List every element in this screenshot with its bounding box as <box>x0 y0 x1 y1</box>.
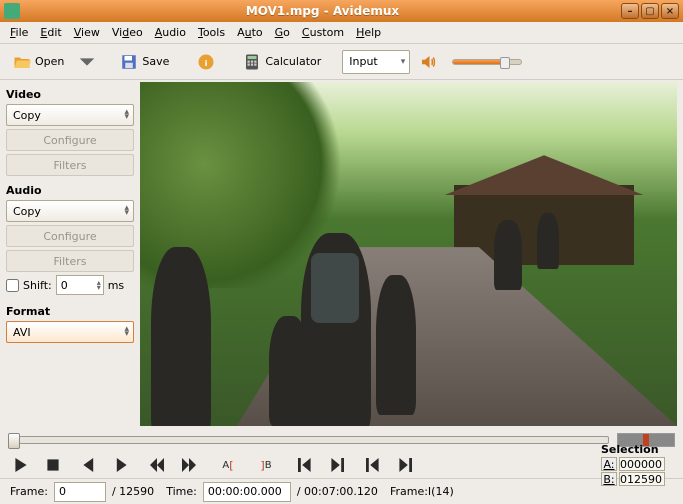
minimize-button[interactable]: – <box>621 3 639 19</box>
goto-end-button[interactable] <box>328 456 346 474</box>
set-marker-b-button[interactable]: ]B <box>254 456 278 474</box>
seek-track[interactable] <box>8 436 609 444</box>
audio-codec-select[interactable]: Copy ▴▾ <box>6 200 134 222</box>
set-marker-a-button[interactable]: A[ <box>216 456 240 474</box>
floppy-icon <box>120 53 138 71</box>
format-header: Format <box>6 305 134 318</box>
video-preview <box>140 82 677 426</box>
maximize-button[interactable]: ▢ <box>641 3 659 19</box>
seek-thumb[interactable] <box>8 433 20 449</box>
seekbar-row <box>8 430 675 450</box>
goto-marker-a-button[interactable] <box>364 456 382 474</box>
updown-icon: ▴▾ <box>97 280 101 290</box>
updown-icon: ▴▾ <box>124 110 129 120</box>
statusbar: Frame: 0 / 12590 Time: 00:00:00.000 / 00… <box>0 478 683 504</box>
volume-slider[interactable] <box>452 59 522 65</box>
info-button[interactable]: i <box>190 48 222 76</box>
marker-b-button[interactable]: B: <box>601 472 617 486</box>
shift-value: 0 <box>61 279 68 292</box>
menu-view[interactable]: View <box>68 24 106 41</box>
open-dropdown[interactable] <box>75 48 99 76</box>
save-button[interactable]: Save <box>113 48 176 76</box>
speaker-icon <box>419 53 437 71</box>
shift-label: Shift: <box>23 279 52 292</box>
audio-codec-value: Copy <box>13 205 41 218</box>
selection-header: Selection <box>601 443 671 456</box>
updown-icon: ▴▾ <box>124 327 129 337</box>
menu-help[interactable]: Help <box>350 24 387 41</box>
updown-icon: ▴▾ <box>124 206 129 216</box>
volume-button[interactable] <box>414 48 442 76</box>
frame-label: Frame: <box>10 485 48 498</box>
marker-b-value: 012590 <box>619 472 665 486</box>
video-codec-value: Copy <box>13 109 41 122</box>
play-button[interactable] <box>12 456 30 474</box>
marker-a-button[interactable]: A: <box>601 457 617 471</box>
calculator-button[interactable]: Calculator <box>236 48 328 76</box>
calculator-label: Calculator <box>265 55 321 68</box>
close-button[interactable]: × <box>661 3 679 19</box>
prev-frame-button[interactable] <box>80 456 98 474</box>
titlebar: MOV1.mpg - Avidemux – ▢ × <box>0 0 683 22</box>
next-frame-button[interactable] <box>112 456 130 474</box>
input-combo[interactable]: Input ▾ <box>342 50 410 74</box>
video-header: Video <box>6 88 134 101</box>
chevron-down-icon <box>78 53 96 71</box>
menu-edit[interactable]: Edit <box>34 24 67 41</box>
window-title: MOV1.mpg - Avidemux <box>26 4 619 18</box>
video-filters-button: Filters <box>6 154 134 176</box>
goto-start-button[interactable] <box>296 456 314 474</box>
menubar: File Edit View Video Audio Tools Auto Go… <box>0 22 683 44</box>
marker-a-value: 000000 <box>619 457 665 471</box>
audio-configure-button: Configure <box>6 225 134 247</box>
time-label: Time: <box>166 485 197 498</box>
time-field[interactable]: 00:00:00.000 <box>203 482 291 502</box>
open-button[interactable]: Open <box>6 48 71 76</box>
goto-marker-b-button[interactable] <box>396 456 414 474</box>
toolbar: Open Save i Calculator Input ▾ <box>0 44 683 80</box>
format-value: AVI <box>13 326 31 339</box>
shift-unit: ms <box>108 279 124 292</box>
menu-auto[interactable]: Auto <box>231 24 269 41</box>
audio-filters-button: Filters <box>6 250 134 272</box>
format-select[interactable]: AVI ▴▾ <box>6 321 134 343</box>
info-icon: i <box>197 53 215 71</box>
time-total: / 00:07:00.120 <box>297 485 378 498</box>
audio-header: Audio <box>6 184 134 197</box>
volume-track <box>453 60 501 64</box>
folder-open-icon <box>13 53 31 71</box>
selection-panel: Selection A: 000000 B: 012590 <box>601 443 671 487</box>
menu-audio[interactable]: Audio <box>149 24 192 41</box>
stop-button[interactable] <box>44 456 62 474</box>
app-icon <box>4 3 20 19</box>
menu-file[interactable]: File <box>4 24 34 41</box>
shift-spinner[interactable]: 0 ▴▾ <box>56 275 104 295</box>
frame-type: Frame:I(14) <box>390 485 454 498</box>
menu-video[interactable]: Video <box>106 24 149 41</box>
menu-tools[interactable]: Tools <box>192 24 231 41</box>
frame-field[interactable]: 0 <box>54 482 106 502</box>
sidebar: Video Copy ▴▾ Configure Filters Audio Co… <box>0 80 140 428</box>
video-codec-select[interactable]: Copy ▴▾ <box>6 104 134 126</box>
next-keyframe-button[interactable] <box>180 456 198 474</box>
volume-thumb[interactable] <box>500 57 510 69</box>
video-configure-button: Configure <box>6 129 134 151</box>
shift-checkbox[interactable] <box>6 279 19 292</box>
calculator-icon <box>243 53 261 71</box>
chevron-down-icon: ▾ <box>401 57 406 67</box>
svg-text:i: i <box>205 57 208 67</box>
save-label: Save <box>142 55 169 68</box>
menu-custom[interactable]: Custom <box>296 24 350 41</box>
input-combo-label: Input <box>349 55 377 68</box>
menu-go[interactable]: Go <box>269 24 296 41</box>
prev-keyframe-button[interactable] <box>148 456 166 474</box>
transport-bar: A[ ]B Selection A: 000000 B: 012590 <box>0 452 683 478</box>
frame-total: / 12590 <box>112 485 154 498</box>
open-label: Open <box>35 55 64 68</box>
